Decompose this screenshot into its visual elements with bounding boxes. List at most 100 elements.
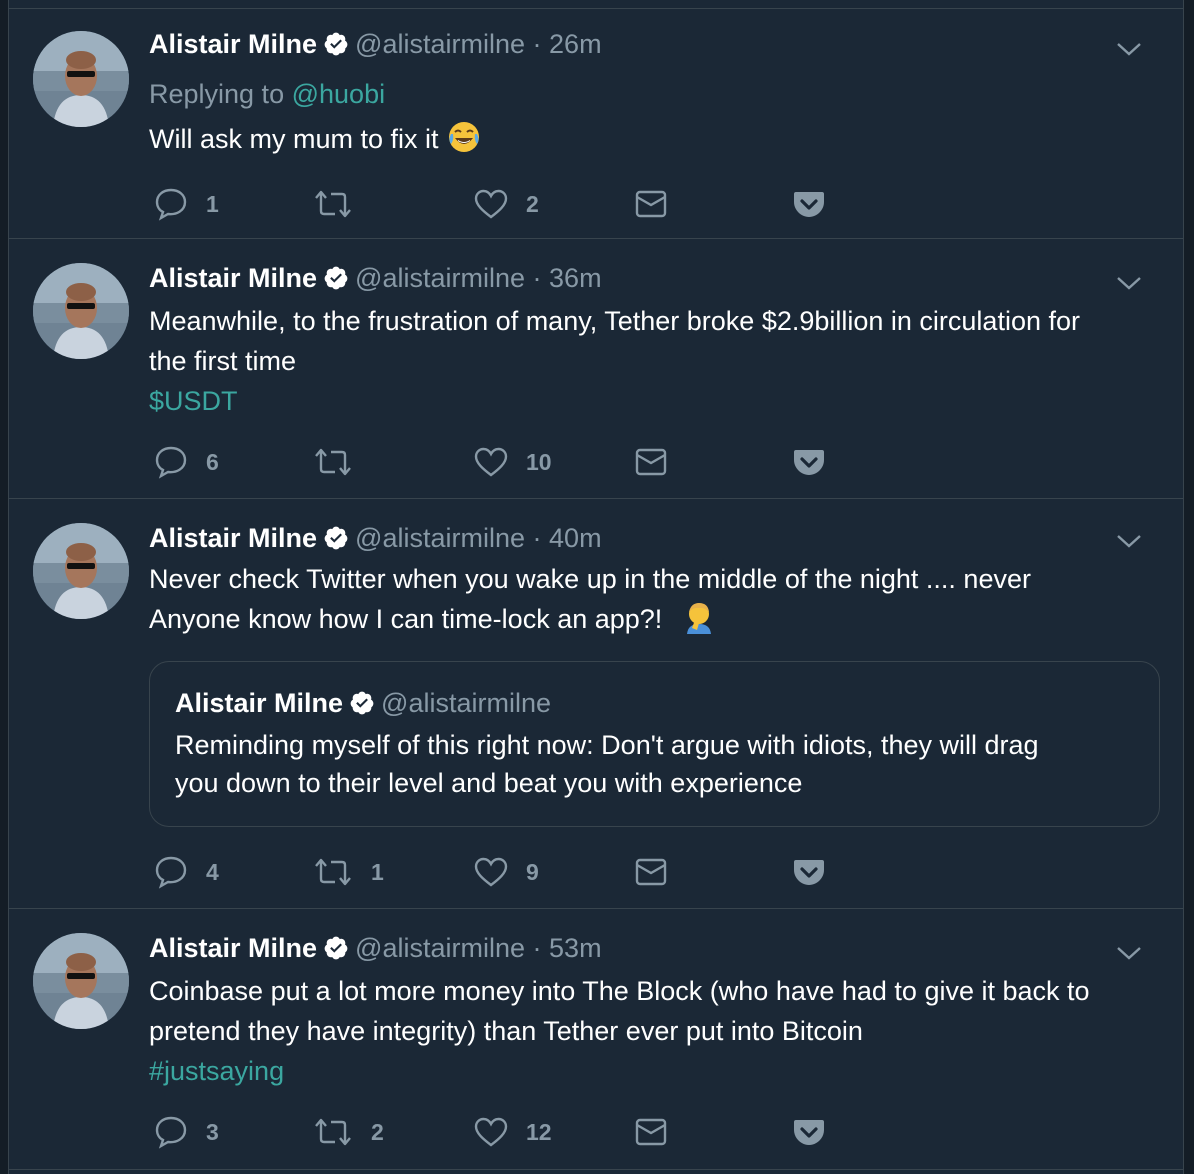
chevron-down-icon[interactable] <box>1115 273 1143 293</box>
avatar[interactable] <box>33 31 129 127</box>
author-handle[interactable]: @alistairmilne <box>355 933 525 963</box>
like-button[interactable]: 12 <box>474 1112 552 1152</box>
retweet-icon <box>313 1117 353 1147</box>
tweet-header: Alistair Milne @alistairmilne · 36m <box>149 261 1143 299</box>
verified-badge-icon <box>349 690 375 724</box>
tweet-4[interactable]: Alistair Milne @alistairmilne · 53m Coinb… <box>9 908 1183 1170</box>
reply-icon <box>154 187 188 221</box>
author-handle[interactable]: @alistairmilne <box>355 29 525 59</box>
pocket-button[interactable] <box>793 442 825 482</box>
tweet-text: Coinbase put a lot more money into The B… <box>149 971 1143 1091</box>
avatar[interactable] <box>33 933 129 1029</box>
quoted-tweet[interactable]: Alistair Milne @alistairmilne Reminding m… <box>149 661 1160 827</box>
tweet-timestamp[interactable]: 36m <box>549 263 602 293</box>
pocket-button[interactable] <box>793 852 825 892</box>
tweet-timestamp[interactable]: 26m <box>549 29 602 59</box>
tweet-1[interactable]: Alistair Milne @alistairmilne · 26m Reply… <box>9 8 1183 238</box>
chevron-down-icon[interactable] <box>1115 39 1143 59</box>
direct-message-icon <box>635 858 667 886</box>
author-handle[interactable]: @alistairmilne <box>355 263 525 293</box>
pocket-icon <box>793 1118 825 1146</box>
cashtag-link[interactable]: $USDT <box>149 381 1143 421</box>
reply-handle-link[interactable]: @huobi <box>292 79 385 109</box>
author-name[interactable]: Alistair Milne <box>149 933 317 963</box>
quoted-author-name[interactable]: Alistair Milne <box>175 688 343 718</box>
quoted-author-handle[interactable]: @alistairmilne <box>381 688 551 718</box>
tweet-text-line: pretend they have integrity) than Tether… <box>149 1016 863 1046</box>
retweet-button[interactable] <box>313 442 371 482</box>
tweet-text: Never check Twitter when you wake up in … <box>149 559 1143 645</box>
quoted-tweet-header: Alistair Milne @alistairmilne <box>175 686 1135 724</box>
tweet-actions: 6 10 <box>149 442 849 482</box>
retweet-button[interactable]: 2 <box>313 1112 384 1152</box>
direct-message-button[interactable] <box>635 1112 667 1152</box>
verified-badge-icon <box>323 935 349 969</box>
tweet-timestamp[interactable]: 40m <box>549 523 602 553</box>
author-name[interactable]: Alistair Milne <box>149 523 317 553</box>
retweet-count: 1 <box>371 858 384 885</box>
author-handle[interactable]: @alistairmilne <box>355 523 525 553</box>
timeline: Alistair Milne @alistairmilne · 26m Reply… <box>8 0 1184 1174</box>
tweet-text: Will ask my mum to fix it <box>149 119 1143 165</box>
like-icon <box>474 189 508 219</box>
tweet-timestamp[interactable]: 53m <box>549 933 602 963</box>
tweet-text-line: Anyone know how I can time-lock an app?! <box>149 604 663 634</box>
avatar[interactable] <box>33 523 129 619</box>
chevron-down-icon[interactable] <box>1115 531 1143 551</box>
like-icon <box>474 857 508 887</box>
quoted-tweet-text: Reminding myself of this right now: Don'… <box>175 726 1135 802</box>
pocket-icon <box>793 448 825 476</box>
like-button[interactable]: 10 <box>474 442 552 482</box>
pocket-button[interactable] <box>793 1112 825 1152</box>
reply-icon <box>154 445 188 479</box>
man-facepalming-icon <box>682 600 716 645</box>
direct-message-button[interactable] <box>635 852 667 892</box>
author-name[interactable]: Alistair Milne <box>149 29 317 59</box>
pocket-icon <box>793 858 825 886</box>
tweet-3[interactable]: Alistair Milne @alistairmilne · 40m Never… <box>9 498 1183 908</box>
quoted-text-line: Reminding myself of this right now: Don'… <box>175 730 1039 760</box>
separator-dot: · <box>532 523 542 553</box>
direct-message-icon <box>635 448 667 476</box>
separator-dot: · <box>532 263 542 293</box>
reply-count: 6 <box>206 448 219 475</box>
tweet-actions: 3 2 12 <box>149 1112 849 1152</box>
direct-message-icon <box>635 1118 667 1146</box>
quoted-text-line: you down to their level and beat you wit… <box>175 768 803 798</box>
chevron-down-icon[interactable] <box>1115 943 1143 963</box>
replying-to-label: Replying to <box>149 79 285 109</box>
tweet-text-line-with-emoji: Anyone know how I can time-lock an app?! <box>149 599 1143 645</box>
reply-icon <box>154 1115 188 1149</box>
face-with-tears-of-joy-icon <box>447 120 481 165</box>
separator-dot: · <box>532 933 542 963</box>
tweet-2[interactable]: Alistair Milne @alistairmilne · 36m Meanw… <box>9 238 1183 498</box>
reply-icon <box>154 855 188 889</box>
reply-button[interactable]: 3 <box>154 1112 219 1152</box>
tweet-text: Meanwhile, to the frustration of many, T… <box>149 301 1143 421</box>
direct-message-button[interactable] <box>635 184 667 224</box>
tweet-header: Alistair Milne @alistairmilne · 26m <box>149 27 1143 65</box>
retweet-icon <box>313 857 353 887</box>
reply-count: 4 <box>206 858 219 885</box>
retweet-button[interactable]: 1 <box>313 852 384 892</box>
separator-dot: · <box>532 29 542 59</box>
retweet-button[interactable] <box>313 184 371 224</box>
like-icon <box>474 447 508 477</box>
avatar[interactable] <box>33 263 129 359</box>
tweet-header: Alistair Milne @alistairmilne · 40m <box>149 521 1143 559</box>
like-count: 12 <box>526 1118 552 1145</box>
reply-button[interactable]: 1 <box>154 184 219 224</box>
retweet-count: 2 <box>371 1118 384 1145</box>
like-count: 9 <box>526 858 539 885</box>
direct-message-button[interactable] <box>635 442 667 482</box>
tweet-text-line: the first time <box>149 346 297 376</box>
tweet-header: Alistair Milne @alistairmilne · 53m <box>149 931 1143 969</box>
like-button[interactable]: 2 <box>474 184 539 224</box>
author-name[interactable]: Alistair Milne <box>149 263 317 293</box>
like-button[interactable]: 9 <box>474 852 539 892</box>
hashtag-link[interactable]: #justsaying <box>149 1051 1143 1091</box>
reply-button[interactable]: 6 <box>154 442 219 482</box>
pocket-button[interactable] <box>793 184 825 224</box>
tweet-text-line: Will ask my mum to fix it <box>149 124 439 154</box>
reply-button[interactable]: 4 <box>154 852 219 892</box>
